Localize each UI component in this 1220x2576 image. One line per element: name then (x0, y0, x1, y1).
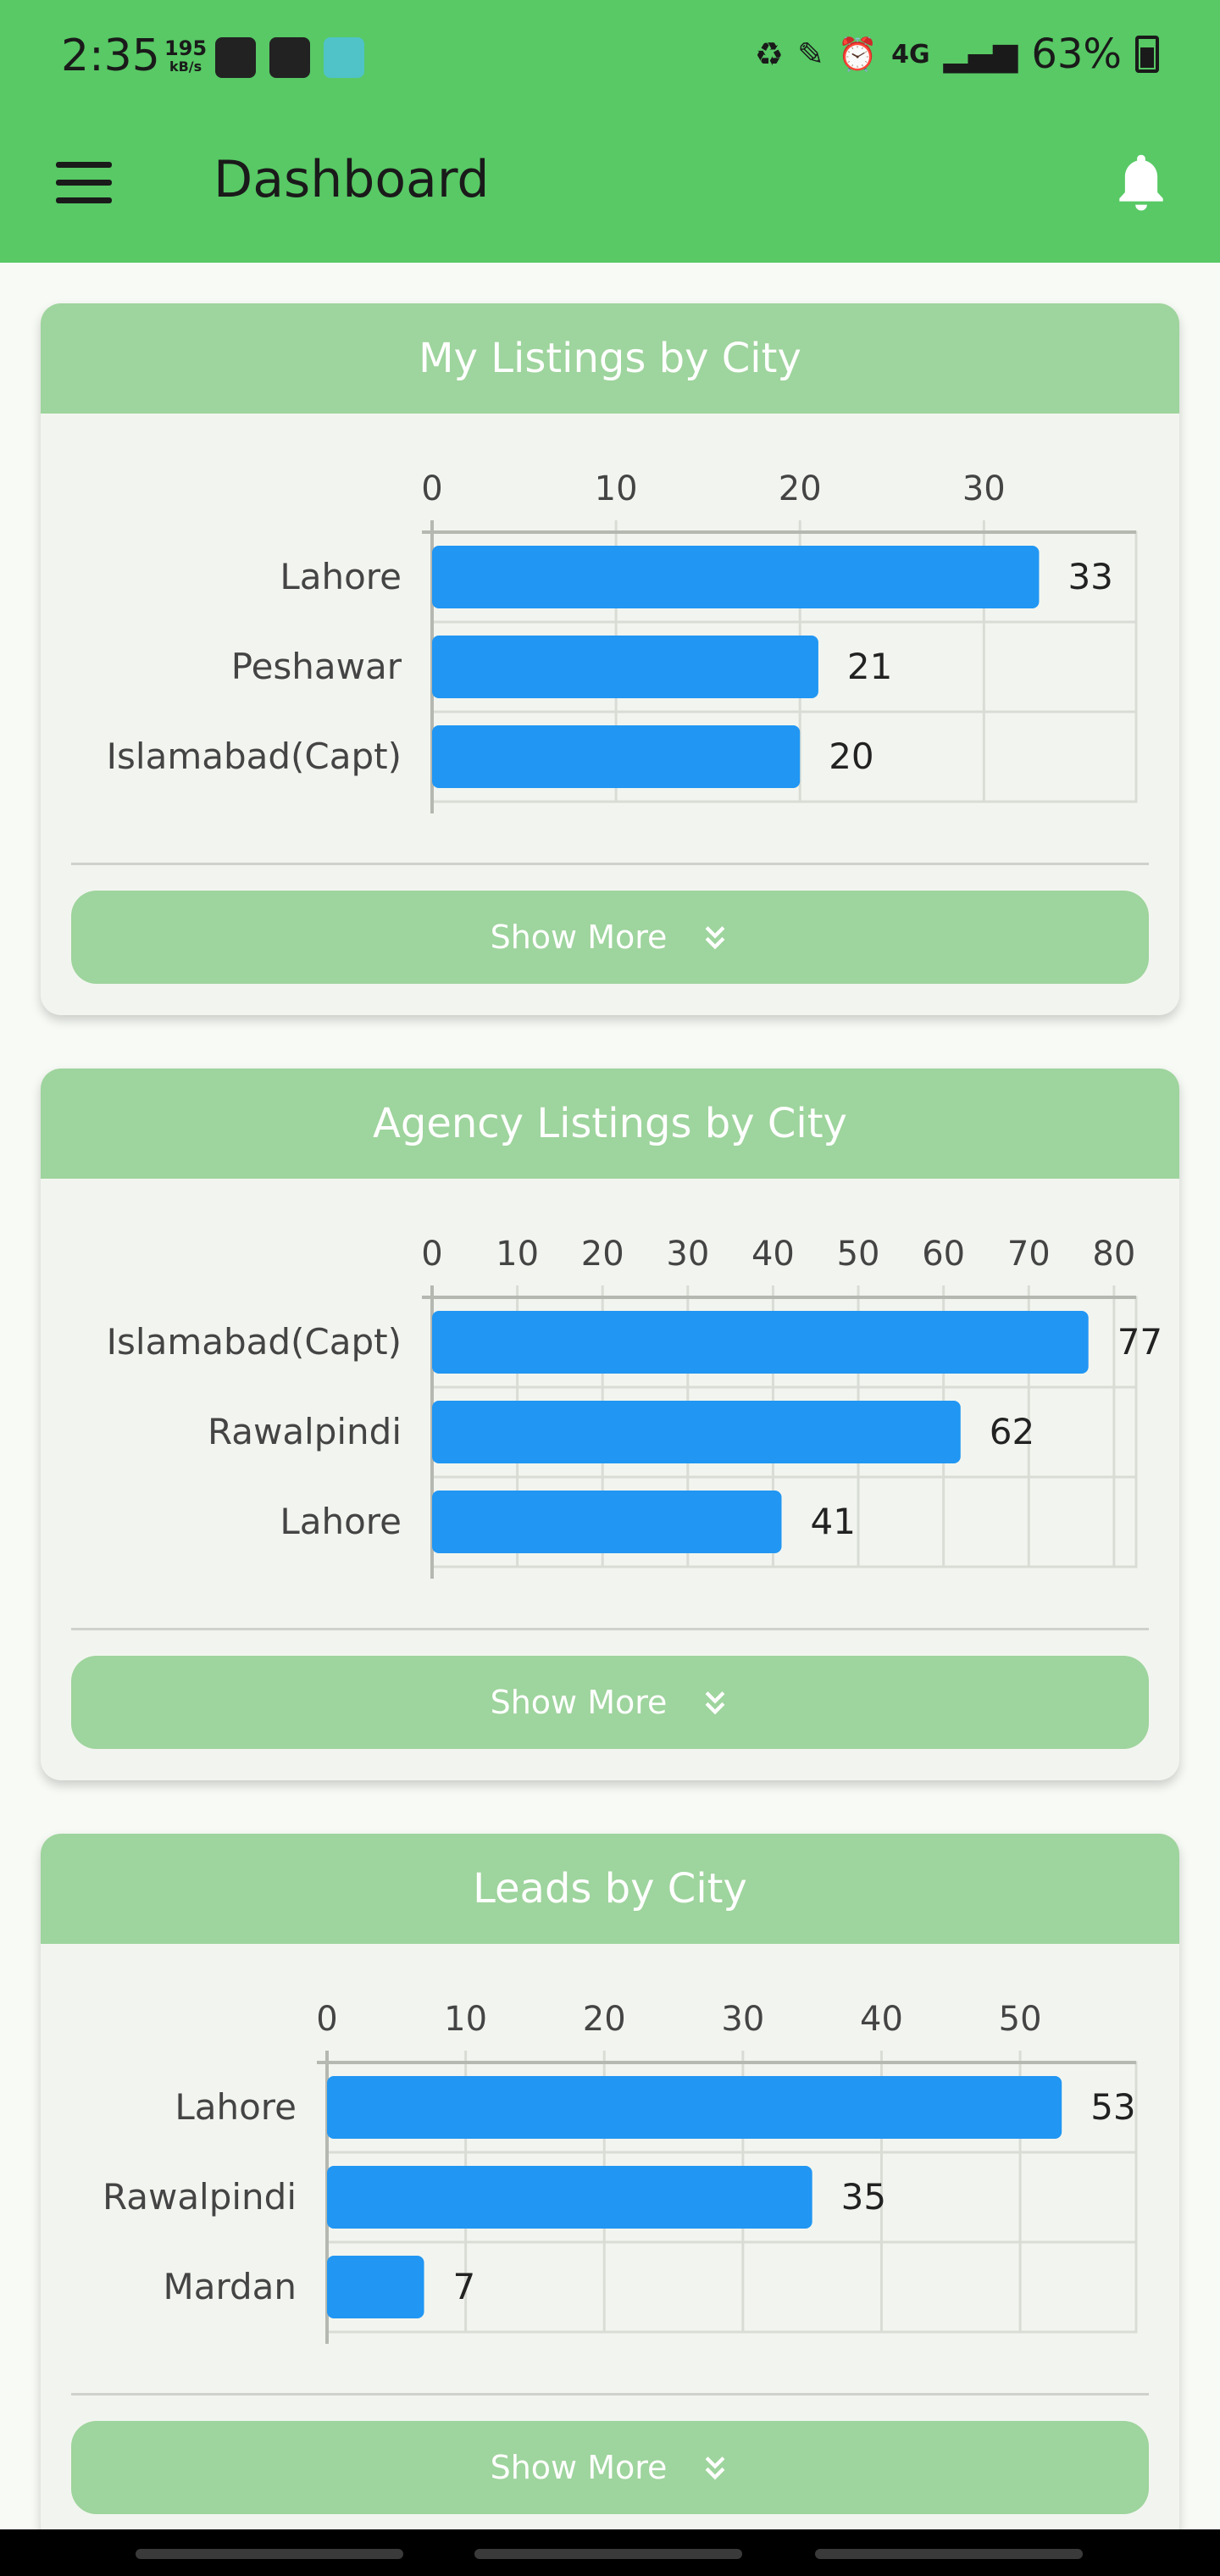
data-label: 35 (841, 2176, 886, 2218)
show-more-button[interactable]: Show More (71, 2421, 1149, 2514)
data-label: 7 (453, 2266, 476, 2307)
y-category-label: Lahore (280, 556, 402, 597)
app-notification-icon (215, 37, 256, 78)
x-tick-label: 20 (779, 469, 822, 508)
show-more-label: Show More (490, 2449, 668, 2486)
gallery-notification-icon (269, 37, 310, 78)
pen-icon: ✎ (796, 36, 824, 73)
x-tick-label: 20 (583, 2000, 626, 2039)
data-label: 21 (847, 646, 892, 687)
bar (432, 1401, 961, 1463)
x-tick-label: 10 (496, 1235, 539, 1274)
x-tick-label: 0 (421, 469, 442, 508)
signal-icon: ▂▄▆ (943, 36, 1018, 73)
x-tick-label: 30 (721, 2000, 764, 2039)
y-category-label: Islamabad(Capt) (107, 1321, 402, 1363)
battery-percent: 63% (1031, 31, 1122, 78)
data-label: 62 (990, 1411, 1034, 1452)
data-label: 33 (1068, 556, 1112, 597)
show-more-button[interactable]: Show More (71, 1656, 1149, 1749)
x-tick-label: 50 (837, 1235, 880, 1274)
show-more-button[interactable]: Show More (71, 891, 1149, 984)
bar (327, 2256, 424, 2318)
double-chevron-down-icon (705, 926, 725, 950)
network-speed-unit: kB/s (169, 58, 202, 75)
card-title: My Listings by City (41, 303, 1179, 414)
double-chevron-down-icon (705, 2457, 725, 2480)
x-tick-label: 50 (999, 2000, 1042, 2039)
agency-listings-chart: 0 10 20 30 40 50 60 70 80 Islamabad(Capt) 77 Rawalp… (107, 1235, 1162, 1579)
y-category-label: Mardan (163, 2266, 297, 2307)
battery-saver-icon: ♻ (754, 36, 784, 73)
divider (71, 1628, 1149, 1630)
nav-pill[interactable] (815, 2549, 1083, 2559)
my-listings-card: My Listings by City 0 10 20 30 Lahore 33 Pesha… (41, 303, 1179, 1015)
y-category-label: Lahore (280, 1501, 402, 1542)
show-more-label: Show More (490, 1684, 668, 1721)
x-tick-label: 0 (421, 1235, 442, 1274)
battery-icon (1135, 36, 1159, 73)
network-speed-value: 195 (164, 36, 208, 60)
card-title: Leads by City (41, 1834, 1179, 1944)
data-label: 53 (1090, 2086, 1135, 2128)
status-bar: 2:35 195 kB/s ♻ ✎ ⏰ 4G ▂▄▆ 63% (0, 0, 1220, 114)
bar (432, 546, 1040, 608)
bar (432, 725, 801, 788)
bar (432, 1311, 1089, 1374)
data-label: 77 (1117, 1321, 1162, 1363)
keyboard-app-notification-icon (324, 37, 364, 78)
y-category-label: Rawalpindi (208, 1411, 402, 1452)
double-chevron-down-icon (705, 1691, 725, 1715)
y-category-label: Peshawar (231, 646, 402, 687)
bar (432, 1491, 782, 1553)
card-title: Agency Listings by City (41, 1069, 1179, 1179)
y-category-label: Rawalpindi (103, 2176, 297, 2218)
y-category-label: Islamabad(Capt) (107, 736, 402, 777)
y-category-label: Lahore (175, 2086, 297, 2128)
leads-chart: 0 10 20 30 40 50 Lahore 53 Rawalpindi 35 Mardan 7 (103, 2000, 1138, 2344)
network-speed: 195 kB/s (164, 36, 208, 76)
notification-bell-icon[interactable] (1112, 150, 1171, 218)
x-tick-label: 0 (316, 2000, 337, 2039)
data-label: 41 (811, 1501, 856, 1542)
x-tick-label: 70 (1007, 1235, 1051, 1274)
leads-card: Leads by City 0 10 20 30 40 50 Lahore 53 Rawalpi… (41, 1834, 1179, 2545)
alarm-icon: ⏰ (837, 35, 879, 73)
x-tick-label: 30 (666, 1235, 709, 1274)
page-title: Dashboard (214, 150, 490, 209)
x-tick-label: 40 (860, 2000, 903, 2039)
x-tick-label: 60 (922, 1235, 965, 1274)
bar (432, 636, 818, 698)
status-right-cluster: ♻ ✎ ⏰ 4G ▂▄▆ 63% (755, 31, 1159, 78)
bar (327, 2166, 812, 2229)
agency-listings-card: Agency Listings by City 0 10 20 30 40 50 60 70 8… (41, 1069, 1179, 1780)
x-tick-label: 10 (595, 469, 638, 508)
show-more-label: Show More (490, 919, 668, 956)
status-time: 2:35 (61, 31, 160, 81)
my-listings-chart: 0 10 20 30 Lahore 33 Peshawar 21 Islamabad(Capt)… (107, 469, 1138, 813)
bar (327, 2076, 1062, 2139)
nav-pill[interactable] (474, 2549, 742, 2559)
data-label: 20 (829, 736, 873, 777)
x-tick-label: 10 (444, 2000, 487, 2039)
x-tick-label: 40 (751, 1235, 795, 1274)
divider (71, 2393, 1149, 2396)
x-tick-label: 20 (581, 1235, 624, 1274)
divider (71, 863, 1149, 865)
x-tick-label: 30 (962, 469, 1006, 508)
nav-pill[interactable] (136, 2549, 403, 2559)
system-nav-bar (0, 2529, 1220, 2576)
x-tick-label: 80 (1092, 1235, 1135, 1274)
app-bar: Dashboard (0, 114, 1220, 263)
hamburger-menu-icon[interactable] (56, 162, 112, 206)
network-type-icon: 4G (891, 39, 930, 69)
